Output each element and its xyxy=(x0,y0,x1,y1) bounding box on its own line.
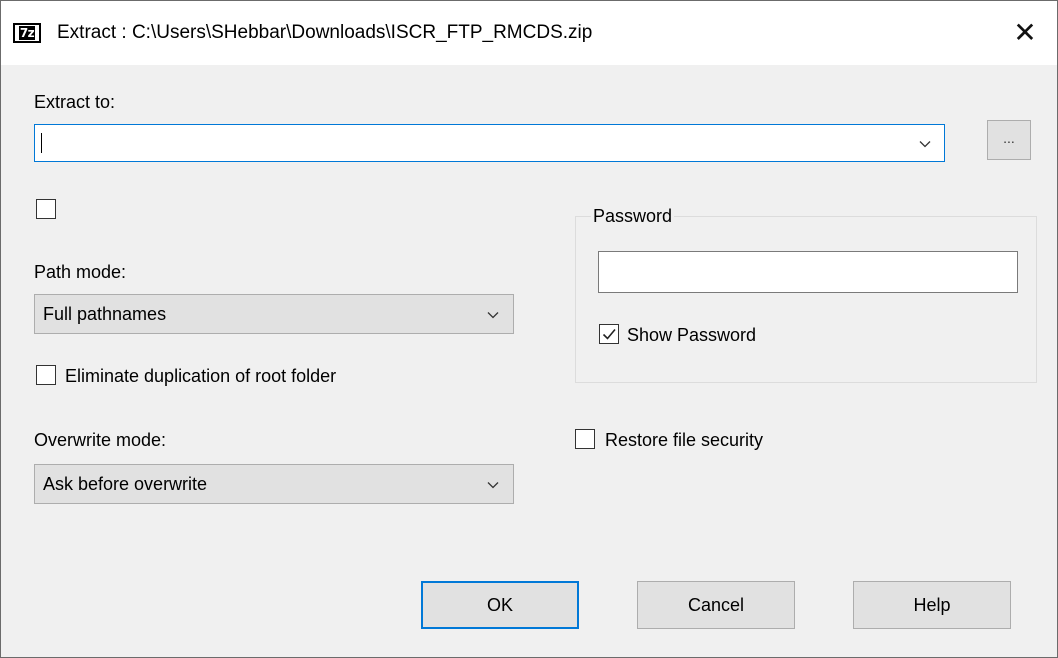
checkmark-icon xyxy=(602,328,616,340)
overwrite-mode-value: Ask before overwrite xyxy=(43,474,208,494)
close-button[interactable]: ✕ xyxy=(993,1,1057,65)
password-input[interactable] xyxy=(598,251,1018,293)
close-icon: ✕ xyxy=(1013,16,1037,49)
path-mode-label: Path mode: xyxy=(34,262,127,282)
title-bar[interactable]: 7z Extract : C:\Users\SHebbar\Downloads\… xyxy=(1,1,1057,65)
text-cursor xyxy=(41,133,42,153)
show-password-checkbox[interactable] xyxy=(599,324,619,344)
chevron-down-icon[interactable] xyxy=(919,138,931,150)
chevron-down-icon xyxy=(487,482,499,489)
eliminate-duplication-label[interactable]: Eliminate duplication of root folder xyxy=(65,365,336,387)
show-password-label[interactable]: Show Password xyxy=(627,324,756,346)
extract-to-label: Extract to: xyxy=(34,92,116,112)
password-group-title: Password xyxy=(591,205,675,227)
restore-security-checkbox[interactable] xyxy=(575,429,595,449)
cancel-button[interactable]: Cancel xyxy=(637,581,795,629)
path-mode-select[interactable]: Full pathnames xyxy=(34,294,514,334)
7zip-logo-icon: 7z xyxy=(13,23,41,43)
extract-to-combobox[interactable] xyxy=(34,124,945,162)
restore-security-label[interactable]: Restore file security xyxy=(605,429,763,451)
extract-dialog: 7z Extract : C:\Users\SHebbar\Downloads\… xyxy=(0,0,1058,658)
ok-button[interactable]: OK xyxy=(421,581,579,629)
eliminate-duplication-checkbox[interactable] xyxy=(36,365,56,385)
window-title: Extract : C:\Users\SHebbar\Downloads\ISC… xyxy=(57,22,593,43)
chevron-down-icon xyxy=(487,312,499,319)
path-mode-value: Full pathnames xyxy=(43,304,167,324)
password-groupbox xyxy=(575,216,1037,383)
help-button[interactable]: Help xyxy=(853,581,1011,629)
browse-button[interactable]: ... xyxy=(987,120,1031,160)
overwrite-mode-label: Overwrite mode: xyxy=(34,430,167,450)
overwrite-mode-select[interactable]: Ask before overwrite xyxy=(34,464,514,504)
unlabeled-checkbox[interactable] xyxy=(36,199,56,219)
